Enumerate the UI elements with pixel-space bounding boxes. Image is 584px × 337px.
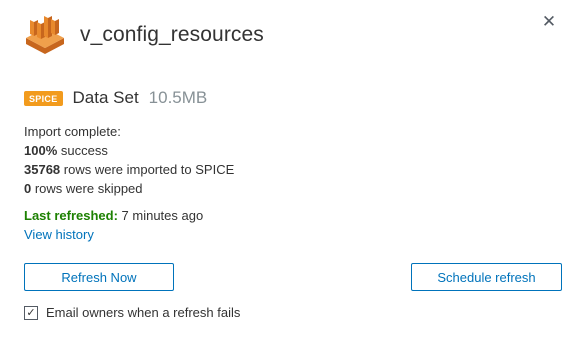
dataset-title: v_config_resources xyxy=(80,23,264,46)
close-icon[interactable]: ✕ xyxy=(541,13,557,30)
email-owners-label: Email owners when a refresh fails xyxy=(46,305,241,320)
last-refreshed-label: Last refreshed: xyxy=(24,208,118,223)
schedule-refresh-button[interactable]: Schedule refresh xyxy=(411,263,562,291)
dataset-details-dialog: v_config_resources ✕ SPICE Data Set 10.5… xyxy=(0,0,584,337)
view-history-link[interactable]: View history xyxy=(24,225,203,244)
refresh-now-button[interactable]: Refresh Now xyxy=(24,263,174,291)
rows-skipped-line: 0 rows were skipped xyxy=(24,179,234,198)
quicksight-bars-icon xyxy=(26,16,64,54)
success-value: 100% xyxy=(24,143,58,158)
rows-imported-line: 35768 rows were imported to SPICE xyxy=(24,160,234,179)
dialog-header: v_config_resources xyxy=(22,12,264,58)
last-refreshed-value: 7 minutes ago xyxy=(117,208,204,223)
dataset-size: 10.5MB xyxy=(148,88,208,107)
import-status: Import complete: 100% success 35768 rows… xyxy=(24,122,234,198)
email-owners-option: ✓ Email owners when a refresh fails xyxy=(24,305,240,320)
success-line: 100% success xyxy=(24,141,234,160)
email-owners-checkbox[interactable]: ✓ xyxy=(24,305,38,320)
dataset-label: Data Set xyxy=(72,88,139,107)
spice-badge: SPICE xyxy=(24,90,63,106)
rows-skipped-text: rows were skipped xyxy=(31,181,143,196)
dataset-info-row: SPICE Data Set 10.5MB xyxy=(24,88,207,108)
refresh-info: Last refreshed: 7 minutes ago View histo… xyxy=(24,206,203,244)
import-complete-line: Import complete: xyxy=(24,124,121,139)
rows-imported-text: rows were imported to SPICE xyxy=(60,162,235,177)
last-refreshed-line: Last refreshed: 7 minutes ago xyxy=(24,206,203,225)
success-text: success xyxy=(57,143,108,158)
rows-imported-value: 35768 xyxy=(24,162,61,177)
